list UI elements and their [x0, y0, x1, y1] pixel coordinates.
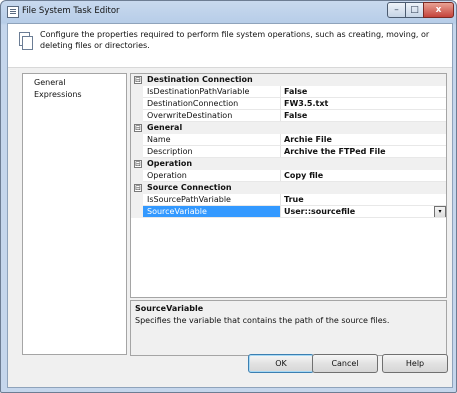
dialog-client-area: Configure the properties required to per…: [7, 23, 453, 388]
collapse-icon[interactable]: ⊟: [134, 184, 142, 192]
cancel-button[interactable]: Cancel: [312, 354, 378, 373]
collapse-icon[interactable]: ⊟: [134, 76, 142, 84]
category-label: Destination Connection: [147, 75, 253, 84]
dialog-app-icon: [7, 6, 19, 18]
nav-item-general[interactable]: General: [34, 78, 66, 87]
header-description: Configure the properties required to per…: [40, 30, 430, 50]
description-title: SourceVariable: [135, 304, 204, 313]
category-operation[interactable]: ⊟ Operation: [131, 158, 446, 170]
property-name: DestinationConnection: [147, 99, 239, 108]
property-description-panel: SourceVariable Specifies the variable th…: [130, 300, 447, 356]
property-grid: ⊟ Destination Connection IsDestinationPa…: [130, 73, 447, 298]
maximize-button[interactable]: □: [405, 2, 424, 18]
property-value[interactable]: Archie File: [284, 135, 332, 144]
collapse-icon[interactable]: ⊟: [134, 124, 142, 132]
property-value[interactable]: Archive the FTPed File: [284, 147, 386, 156]
property-name: IsSourcePathVariable: [147, 195, 231, 204]
category-general[interactable]: ⊟ General: [131, 122, 446, 134]
category-destination-connection[interactable]: ⊟ Destination Connection: [131, 74, 446, 86]
property-value[interactable]: Copy file: [284, 171, 323, 180]
property-row[interactable]: IsDestinationPathVariable False: [131, 86, 446, 98]
row-margin: [131, 146, 143, 158]
row-margin: [131, 110, 143, 122]
row-divider: [143, 217, 446, 218]
ok-button[interactable]: OK: [248, 354, 314, 373]
collapse-icon[interactable]: ⊟: [134, 160, 142, 168]
title-bar[interactable]: File System Task Editor – □ x: [1, 1, 456, 23]
dialog-window: File System Task Editor – □ x Configure …: [0, 0, 457, 393]
row-margin: [131, 194, 143, 206]
close-button[interactable]: x: [423, 2, 454, 18]
category-label: Operation: [147, 159, 193, 168]
property-row[interactable]: Operation Copy file: [131, 170, 446, 182]
property-row[interactable]: Description Archive the FTPed File: [131, 146, 446, 158]
nav-item-expressions[interactable]: Expressions: [34, 90, 82, 99]
row-margin: [131, 206, 143, 218]
close-icon: x: [435, 5, 442, 15]
property-value[interactable]: False: [284, 111, 307, 120]
property-name: IsDestinationPathVariable: [147, 87, 250, 96]
help-button[interactable]: Help: [382, 354, 448, 373]
page-navigation-list: General Expressions: [22, 73, 127, 355]
property-row-selected[interactable]: SourceVariable User::sourcefile ▾: [131, 206, 446, 218]
file-system-task-icon: [19, 32, 33, 50]
window-title: File System Task Editor: [22, 6, 120, 16]
property-name: OverwriteDestination: [147, 111, 233, 120]
property-name: Name: [147, 135, 171, 144]
property-row[interactable]: Name Archie File: [131, 134, 446, 146]
maximize-icon: □: [410, 5, 419, 15]
property-row[interactable]: OverwriteDestination False: [131, 110, 446, 122]
property-value[interactable]: FW3.5.txt: [284, 99, 328, 108]
property-value-combobox[interactable]: User::sourcefile: [284, 207, 355, 216]
description-text: Specifies the variable that contains the…: [135, 316, 390, 325]
header-banner: Configure the properties required to per…: [8, 24, 452, 68]
property-name: Operation: [147, 171, 187, 180]
minimize-icon: –: [394, 5, 399, 15]
property-row[interactable]: IsSourcePathVariable True: [131, 194, 446, 206]
property-value[interactable]: True: [284, 195, 304, 204]
row-margin: [131, 134, 143, 146]
property-value[interactable]: False: [284, 87, 307, 96]
property-row[interactable]: DestinationConnection FW3.5.txt: [131, 98, 446, 110]
minimize-button[interactable]: –: [387, 2, 406, 18]
category-label: General: [147, 123, 183, 132]
category-source-connection[interactable]: ⊟ Source Connection: [131, 182, 446, 194]
row-margin: [131, 86, 143, 98]
row-margin: [131, 170, 143, 182]
row-margin: [131, 98, 143, 110]
property-name: SourceVariable: [147, 207, 207, 216]
property-name: Description: [147, 147, 193, 156]
category-label: Source Connection: [147, 183, 232, 192]
